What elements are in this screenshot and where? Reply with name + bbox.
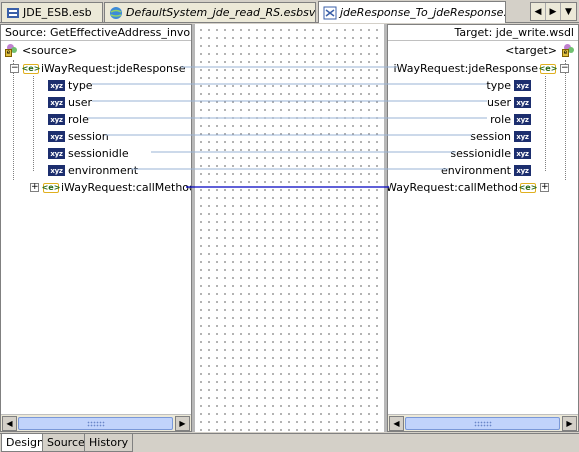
target-field-type[interactable]: type xyz bbox=[486, 77, 534, 94]
field-icon: xyz bbox=[48, 97, 65, 108]
tree-guide bbox=[565, 60, 566, 180]
element-icon: <e> bbox=[21, 63, 41, 74]
scroll-left-button[interactable]: ◀ bbox=[2, 416, 17, 431]
field-label: user bbox=[68, 96, 92, 109]
source-horizontal-scrollbar[interactable]: ◀ ▶ bbox=[1, 414, 191, 431]
source-element-jdeResponse[interactable]: − <e> iWayRequest:jdeResponse bbox=[8, 60, 186, 77]
source-field-role[interactable]: xyz role bbox=[45, 111, 89, 128]
target-header: Target: jde_write.wsdl bbox=[388, 25, 578, 41]
source-field-type[interactable]: xyz type bbox=[45, 77, 93, 94]
field-label: session bbox=[470, 130, 511, 143]
tab-source[interactable]: Source bbox=[42, 434, 90, 452]
field-label: type bbox=[486, 79, 511, 92]
field-label: role bbox=[68, 113, 89, 126]
field-label: sessionidle bbox=[68, 147, 129, 160]
scroll-right-button[interactable]: ▶ bbox=[562, 416, 577, 431]
source-element-callMethod[interactable]: + <e> iWayRequest:callMethod bbox=[28, 179, 192, 196]
expand-icon[interactable]: + bbox=[540, 183, 549, 192]
expand-icon[interactable]: + bbox=[30, 183, 39, 192]
scroll-right-button[interactable]: ▶ bbox=[175, 416, 190, 431]
scroll-left-button[interactable]: ◀ bbox=[389, 416, 404, 431]
tree-guide bbox=[13, 60, 14, 180]
target-field-role[interactable]: role xyz bbox=[490, 111, 534, 128]
source-root-label: <source> bbox=[22, 44, 77, 57]
tab-jdeResponse-xsl[interactable]: jdeResponse_To_jdeResponse.xsl bbox=[318, 1, 506, 23]
source-panel: Source: GetEffectiveAddress_invoke.wsdl … bbox=[0, 24, 192, 432]
tab-default-system-esbsvc[interactable]: DefaultSystem_jde_read_RS.esbsvc bbox=[104, 2, 316, 22]
field-icon: xyz bbox=[514, 165, 531, 176]
tab-back-button[interactable]: ◀ bbox=[531, 3, 546, 20]
source-field-sessionidle[interactable]: xyz sessionidle bbox=[45, 145, 129, 162]
tab-list-button[interactable]: ▼ bbox=[561, 3, 576, 20]
tree-guide bbox=[545, 76, 546, 171]
target-horizontal-scrollbar[interactable]: ◀ ▶ bbox=[388, 414, 578, 431]
tab-forward-button[interactable]: ▶ bbox=[546, 3, 561, 20]
field-label: type bbox=[68, 79, 93, 92]
source-header: Source: GetEffectiveAddress_invoke.wsdl bbox=[1, 25, 191, 41]
field-icon: xyz bbox=[514, 80, 531, 91]
element-icon: <e> bbox=[41, 182, 61, 193]
field-label: role bbox=[490, 113, 511, 126]
source-field-session[interactable]: xyz session bbox=[45, 128, 109, 145]
tab-label: JDE_ESB.esb bbox=[23, 6, 92, 19]
field-icon: xyz bbox=[514, 131, 531, 142]
field-label: environment bbox=[68, 164, 139, 177]
source-field-environment[interactable]: xyz environment bbox=[45, 162, 138, 179]
mapping-canvas[interactable] bbox=[192, 24, 387, 432]
tab-label: DefaultSystem_jde_read_RS.esbsvc bbox=[126, 6, 316, 19]
element-label: iWayRequest:jdeResponse bbox=[41, 62, 186, 75]
field-icon: xyz bbox=[48, 165, 65, 176]
field-icon: xyz bbox=[48, 148, 65, 159]
field-icon: xyz bbox=[48, 114, 65, 125]
collapse-icon[interactable]: − bbox=[560, 64, 569, 73]
target-field-session[interactable]: session xyz bbox=[470, 128, 534, 145]
field-icon: xyz bbox=[48, 80, 65, 91]
xsl-map-icon bbox=[323, 6, 337, 19]
element-label: iWayRequest:callMethod bbox=[61, 181, 192, 194]
editor-view-tabs: Design Source History bbox=[0, 433, 579, 452]
field-label: sessionidle bbox=[450, 147, 511, 160]
source-field-user[interactable]: xyz user bbox=[45, 94, 92, 111]
field-label: user bbox=[487, 96, 511, 109]
target-field-environment[interactable]: environment xyz bbox=[441, 162, 534, 179]
element-icon: <e> bbox=[518, 182, 538, 193]
tab-history[interactable]: History bbox=[84, 434, 134, 452]
field-label: session bbox=[68, 130, 109, 143]
target-root-label: <target> bbox=[505, 44, 557, 57]
element-label: iWayRequest:callMethod bbox=[387, 181, 518, 194]
schema-icon: e bbox=[4, 43, 18, 58]
editor-tab-strip: JDE_ESB.esb DefaultSystem_jde_read_RS.es… bbox=[0, 0, 579, 23]
globe-icon bbox=[110, 6, 122, 19]
target-field-user[interactable]: user xyz bbox=[487, 94, 534, 111]
target-panel: Target: jde_write.wsdl <target> e iWayRe… bbox=[387, 24, 579, 432]
field-icon: xyz bbox=[514, 97, 531, 108]
esb-file-icon bbox=[7, 7, 19, 18]
collapse-icon[interactable]: − bbox=[10, 64, 19, 73]
schema-icon: e bbox=[561, 43, 575, 58]
target-element-jdeResponse[interactable]: iWayRequest:jdeResponse <e> − bbox=[393, 60, 571, 77]
tab-navigation: ◀ ▶ ▼ bbox=[530, 2, 577, 21]
field-icon: xyz bbox=[514, 148, 531, 159]
target-element-callMethod[interactable]: iWayRequest:callMethod <e> + bbox=[387, 179, 551, 196]
element-icon: <e> bbox=[538, 63, 558, 74]
field-icon: xyz bbox=[48, 131, 65, 142]
target-root[interactable]: <target> e bbox=[505, 42, 575, 59]
field-icon: xyz bbox=[514, 114, 531, 125]
tab-label: jdeResponse_To_jdeResponse.xsl bbox=[340, 6, 506, 19]
source-root[interactable]: e <source> bbox=[4, 42, 77, 59]
scroll-thumb[interactable] bbox=[405, 417, 560, 430]
tree-guide bbox=[33, 76, 34, 171]
field-label: environment bbox=[440, 164, 511, 177]
element-label: iWayRequest:jdeResponse bbox=[393, 62, 538, 75]
scroll-thumb[interactable] bbox=[18, 417, 173, 430]
target-field-sessionidle[interactable]: sessionidle xyz bbox=[450, 145, 534, 162]
tab-jde-esb[interactable]: JDE_ESB.esb bbox=[1, 2, 103, 22]
